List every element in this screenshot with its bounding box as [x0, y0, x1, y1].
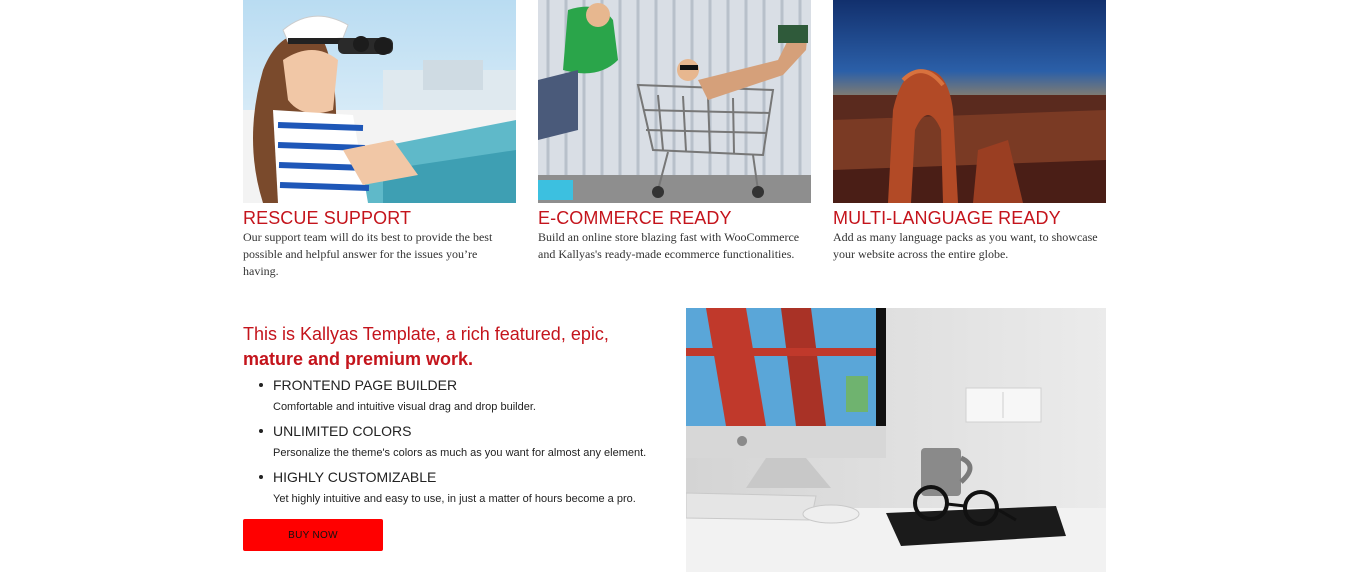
list-item: UNLIMITED COLORS Personalize the theme's… — [259, 422, 663, 461]
bullet-icon — [259, 383, 263, 387]
card-description: Add as many language packs as you want, … — [833, 230, 1098, 261]
feature-card-multi-language-ready: MULTI-LANGUAGE READY Add as many languag… — [833, 0, 1106, 263]
card-title[interactable]: E-COMMERCE READY — [538, 208, 811, 228]
card-description: Build an online store blazing fast with … — [538, 230, 800, 261]
bullet-icon — [259, 475, 263, 479]
feature-card-rescue-support: RESCUE SUPPORT Our support team will do … — [243, 0, 516, 280]
shopping-cart-image[interactable] — [538, 0, 811, 203]
feature-description: Comfortable and intuitive visual drag an… — [273, 401, 536, 413]
list-item: HIGHLY CUSTOMIZABLE Yet highly intuitive… — [259, 468, 663, 507]
woman-with-binoculars-image[interactable] — [243, 0, 516, 203]
card-title[interactable]: RESCUE SUPPORT — [243, 208, 516, 228]
promo-heading-line1: This is Kallyas Template, a rich feature… — [243, 324, 609, 344]
promo-heading-line2: mature and premium work. — [243, 349, 474, 369]
desert-arch-image[interactable] — [833, 0, 1106, 203]
list-item: FRONTEND PAGE BUILDER Comfortable and in… — [259, 376, 663, 415]
feature-title: FRONTEND PAGE BUILDER — [273, 377, 458, 393]
card-title[interactable]: MULTI-LANGUAGE READY — [833, 208, 1106, 228]
promo-heading: This is Kallyas Template, a rich feature… — [243, 322, 663, 372]
promo-section: This is Kallyas Template, a rich feature… — [243, 322, 663, 514]
bullet-icon — [259, 429, 263, 433]
card-description: Our support team will do its best to pro… — [243, 230, 493, 278]
desk-computer-image — [686, 308, 1106, 572]
feature-description: Yet highly intuitive and easy to use, in… — [273, 493, 636, 505]
feature-description: Personalize the theme's colors as much a… — [273, 447, 647, 459]
feature-title: HIGHLY CUSTOMIZABLE — [273, 469, 437, 485]
feature-title: UNLIMITED COLORS — [273, 423, 412, 439]
feature-list: FRONTEND PAGE BUILDER Comfortable and in… — [243, 376, 663, 507]
buy-now-button[interactable]: BUY NOW — [243, 519, 383, 551]
feature-card-ecommerce-ready: E-COMMERCE READY Build an online store b… — [538, 0, 811, 263]
